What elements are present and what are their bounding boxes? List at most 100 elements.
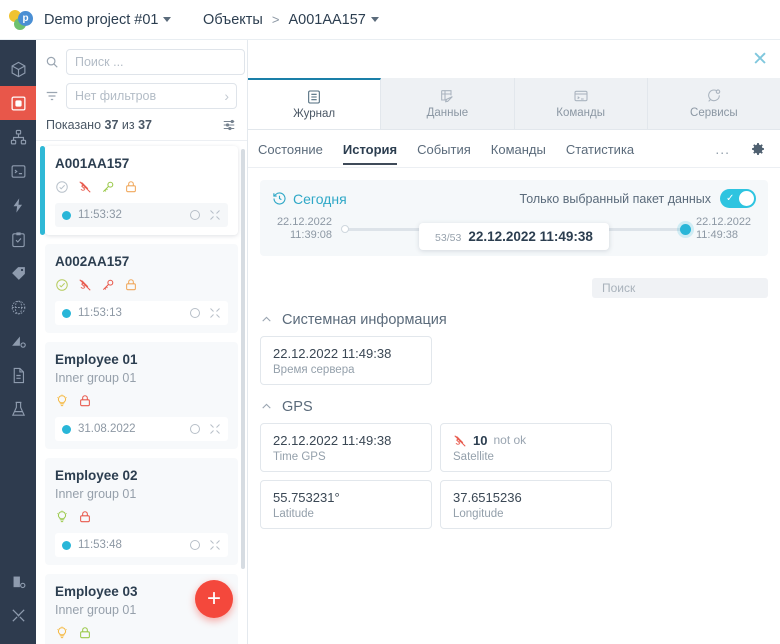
circle-icon[interactable] <box>189 209 201 221</box>
data-card: 22.12.2022 11:49:38 Время сервера <box>260 336 432 385</box>
list-item-actions <box>189 209 221 221</box>
data-card-value: 22.12.2022 11:49:38 <box>273 345 420 362</box>
circle-icon[interactable] <box>189 423 201 435</box>
list-settings-icon[interactable] <box>222 118 236 132</box>
slider-handle-end[interactable] <box>680 224 691 235</box>
rail-item-chart-gear-icon[interactable] <box>0 324 36 358</box>
chevron-up-icon <box>260 400 273 415</box>
timeline-slider[interactable]: 53/53 22.12.2022 11:49:38 <box>342 228 686 231</box>
breadcrumb-object[interactable]: A001AA157 <box>288 12 378 28</box>
object-list-scroll[interactable]: A001AA157 <box>36 141 247 644</box>
collapse-arrows-icon[interactable] <box>209 307 221 319</box>
overflow-menu-button[interactable]: ... <box>715 141 730 157</box>
today-button[interactable]: Сегодня <box>272 191 347 207</box>
bulb-icon <box>55 510 69 524</box>
subtab-history[interactable]: История <box>343 133 397 165</box>
packet-fraction: 53/53 <box>435 232 461 244</box>
rail-item-document-icon[interactable] <box>0 358 36 392</box>
rail-item-terminal-icon[interactable] <box>0 154 36 188</box>
collapse-arrows-icon[interactable] <box>209 209 221 221</box>
key-icon <box>101 278 115 292</box>
search-icon <box>45 55 59 69</box>
list-item[interactable]: A002AA157 <box>45 244 238 333</box>
lock-icon <box>124 278 138 292</box>
add-object-button[interactable]: + <box>195 580 233 618</box>
count-shown: 37 <box>105 118 119 132</box>
key-icon <box>101 180 115 194</box>
subtab-statistics[interactable]: Статистика <box>566 133 634 165</box>
search-input[interactable] <box>66 49 245 75</box>
history-clock-icon <box>272 191 287 206</box>
rail-item-tag-icon[interactable] <box>0 256 36 290</box>
slider-handle-start[interactable] <box>341 225 349 233</box>
rail-item-flask-icon[interactable] <box>0 392 36 426</box>
timeline-start-date: 22.12.2022 <box>272 216 332 229</box>
timeline-start: 22.12.2022 11:39:08 <box>272 216 332 242</box>
rail-item-sitemap-icon[interactable] <box>0 120 36 154</box>
data-card: 22.12.2022 11:49:38 Time GPS <box>260 423 432 472</box>
list-item-footer: 11:53:48 <box>55 533 228 557</box>
count-prefix: Показано <box>46 118 101 132</box>
content-search-placeholder: Поиск <box>602 281 635 295</box>
list-item-actions <box>189 423 221 435</box>
tab-journal-label: Журнал <box>293 108 335 120</box>
status-dot <box>62 425 71 434</box>
rail-item-network-icon[interactable] <box>0 290 36 324</box>
rail-item-report-gear-icon[interactable] <box>0 564 36 598</box>
breadcrumb-section[interactable]: Объекты <box>203 12 263 28</box>
tab-commands[interactable]: Команды <box>515 78 648 129</box>
close-icon[interactable]: ✕ <box>752 50 768 69</box>
section-gps-title: GPS <box>282 399 313 415</box>
list-item-actions <box>189 307 221 319</box>
list-item-actions <box>189 539 221 551</box>
list-item-badges <box>55 393 228 409</box>
tab-services[interactable]: Сервисы <box>648 78 780 129</box>
data-edit-icon <box>439 88 455 104</box>
list-item[interactable]: Employee 02 Inner group 01 11:53: <box>45 458 238 565</box>
subtab-state[interactable]: Состояние <box>258 133 323 165</box>
subtab-events[interactable]: События <box>417 133 471 165</box>
list-item-time: 11:53:13 <box>78 307 122 319</box>
lock-icon <box>78 394 92 408</box>
tab-commands-label: Команды <box>556 107 605 119</box>
list-search-row <box>36 40 247 75</box>
subtab-commands[interactable]: Команды <box>491 133 546 165</box>
data-card: 55.753231° Latitude <box>260 480 432 529</box>
list-item-time: 11:53:32 <box>78 209 122 221</box>
collapse-arrows-icon[interactable] <box>209 423 221 435</box>
breadcrumb-chevron: > <box>272 12 280 27</box>
breadcrumb-object-label: A001AA157 <box>288 12 365 28</box>
journal-icon <box>306 89 322 105</box>
content-search-input[interactable]: Поиск <box>592 278 768 298</box>
breadcrumb-project[interactable]: Demo project #01 <box>44 12 171 28</box>
list-scrollbar[interactable] <box>241 149 245 569</box>
packet-toggle[interactable]: ✓ <box>720 189 756 208</box>
section-gps-header[interactable]: GPS <box>260 399 768 415</box>
list-item-badges <box>55 509 228 525</box>
list-item-badges <box>55 179 228 195</box>
tab-journal[interactable]: Журнал <box>248 78 381 129</box>
count-mid: из <box>122 118 135 132</box>
list-item-time: 11:53:48 <box>78 539 122 551</box>
rail-item-clipboard-check-icon[interactable] <box>0 222 36 256</box>
clock-check-icon <box>55 180 69 194</box>
circle-icon[interactable] <box>189 307 201 319</box>
rail-item-cube-icon[interactable] <box>0 52 36 86</box>
packet-toggle-group: Только выбранный пакет данных ✓ <box>520 189 756 208</box>
section-system-info-header[interactable]: Системная информация <box>260 312 768 328</box>
rail-item-bolt-icon[interactable] <box>0 188 36 222</box>
list-item[interactable]: A001AA157 <box>45 146 238 235</box>
status-dot <box>62 309 71 318</box>
filter-select[interactable]: Нет фильтров › <box>66 83 237 109</box>
collapse-arrows-icon[interactable] <box>209 539 221 551</box>
timeline-value-pill: 53/53 22.12.2022 11:49:38 <box>419 223 609 250</box>
rail-item-tools-icon[interactable] <box>0 598 36 632</box>
circle-icon[interactable] <box>189 539 201 551</box>
list-item[interactable]: Employee 01 Inner group 01 31.08. <box>45 342 238 449</box>
tab-data[interactable]: Данные <box>381 78 514 129</box>
rail-item-target-icon[interactable] <box>0 86 36 120</box>
satellite-off-icon <box>453 434 467 448</box>
section-system-info-title: Системная информация <box>282 312 447 328</box>
gear-icon[interactable] <box>750 141 766 157</box>
list-count-text: Показано 37 из 37 <box>46 118 152 132</box>
